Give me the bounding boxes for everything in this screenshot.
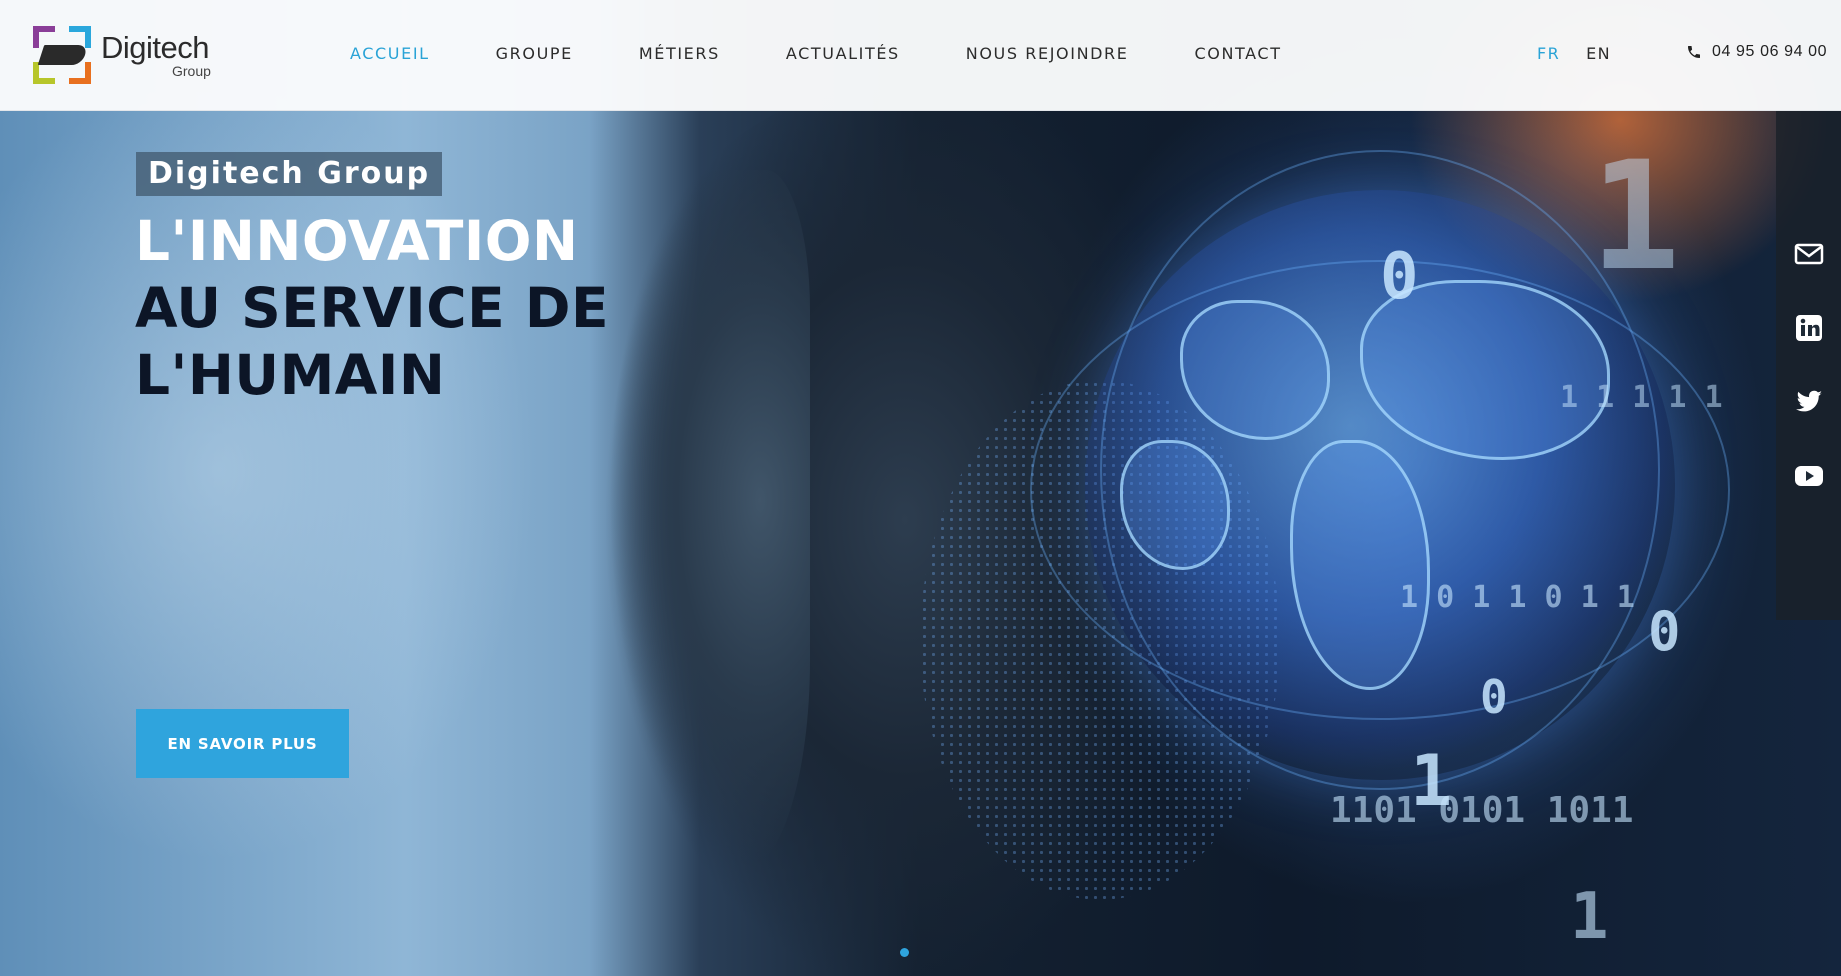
hero-headline: L'INNOVATION AU SERVICE DE L'HUMAIN [135, 208, 609, 409]
logo-subtitle: Group [172, 63, 211, 79]
binary-digit: 1 [1570, 880, 1609, 954]
nav-nous-rejoindre[interactable]: NOUS REJOINDRE [966, 44, 1129, 63]
phone-icon [1688, 46, 1700, 58]
lang-fr[interactable]: FR [1537, 44, 1560, 63]
linkedin-icon[interactable] [1792, 311, 1826, 345]
slider-dot-active[interactable] [900, 948, 909, 957]
binary-digit: 1 [1590, 130, 1681, 304]
headline-line-1: L'INNOVATION [135, 209, 579, 273]
logo-mark-icon [33, 26, 91, 84]
nav-accueil[interactable]: ACCUEIL [350, 44, 430, 63]
binary-digit: 0 [1380, 240, 1419, 314]
nav-contact[interactable]: CONTACT [1195, 44, 1282, 63]
twitter-icon[interactable] [1792, 384, 1826, 418]
youtube-icon[interactable] [1792, 459, 1826, 493]
site-logo[interactable]: Digitech Group [33, 26, 223, 84]
nav-groupe[interactable]: GROUPE [496, 44, 573, 63]
phone-link[interactable]: 04 95 06 94 00 [1686, 43, 1827, 61]
headline-line-2: AU SERVICE DE [135, 276, 610, 340]
headline-line-3: L'HUMAIN [135, 343, 446, 407]
hero-brand-tag: Digitech Group [136, 152, 443, 196]
mail-icon[interactable] [1792, 237, 1826, 271]
language-switcher: FR EN [1537, 44, 1611, 63]
social-sidebar [1776, 111, 1841, 620]
binary-digit: 1101 0101 1011 [1330, 790, 1634, 831]
phone-number: 04 95 06 94 00 [1712, 43, 1828, 60]
binary-digit: 0 [1480, 670, 1508, 724]
binary-digit: 1 1 1 1 1 [1560, 380, 1723, 415]
lang-en[interactable]: EN [1586, 44, 1611, 63]
en-savoir-plus-button[interactable]: EN SAVOIR PLUS [136, 709, 349, 778]
site-header: Digitech Group ACCUEIL GROUPE MÉTIERS AC… [0, 0, 1841, 111]
hero-background: 1 0 0 0 1 1101 0101 1011 1 0 1 1 0 1 1 1… [0, 0, 1841, 976]
nav-metiers[interactable]: MÉTIERS [639, 44, 720, 63]
binary-digit: 1 0 1 1 0 1 1 [1400, 580, 1635, 615]
logo-name: Digitech [101, 30, 210, 65]
nav-actualites[interactable]: ACTUALITÉS [786, 44, 900, 63]
main-nav: ACCUEIL GROUPE MÉTIERS ACTUALITÉS NOUS R… [350, 44, 1348, 63]
binary-digit: 0 [1648, 600, 1681, 663]
